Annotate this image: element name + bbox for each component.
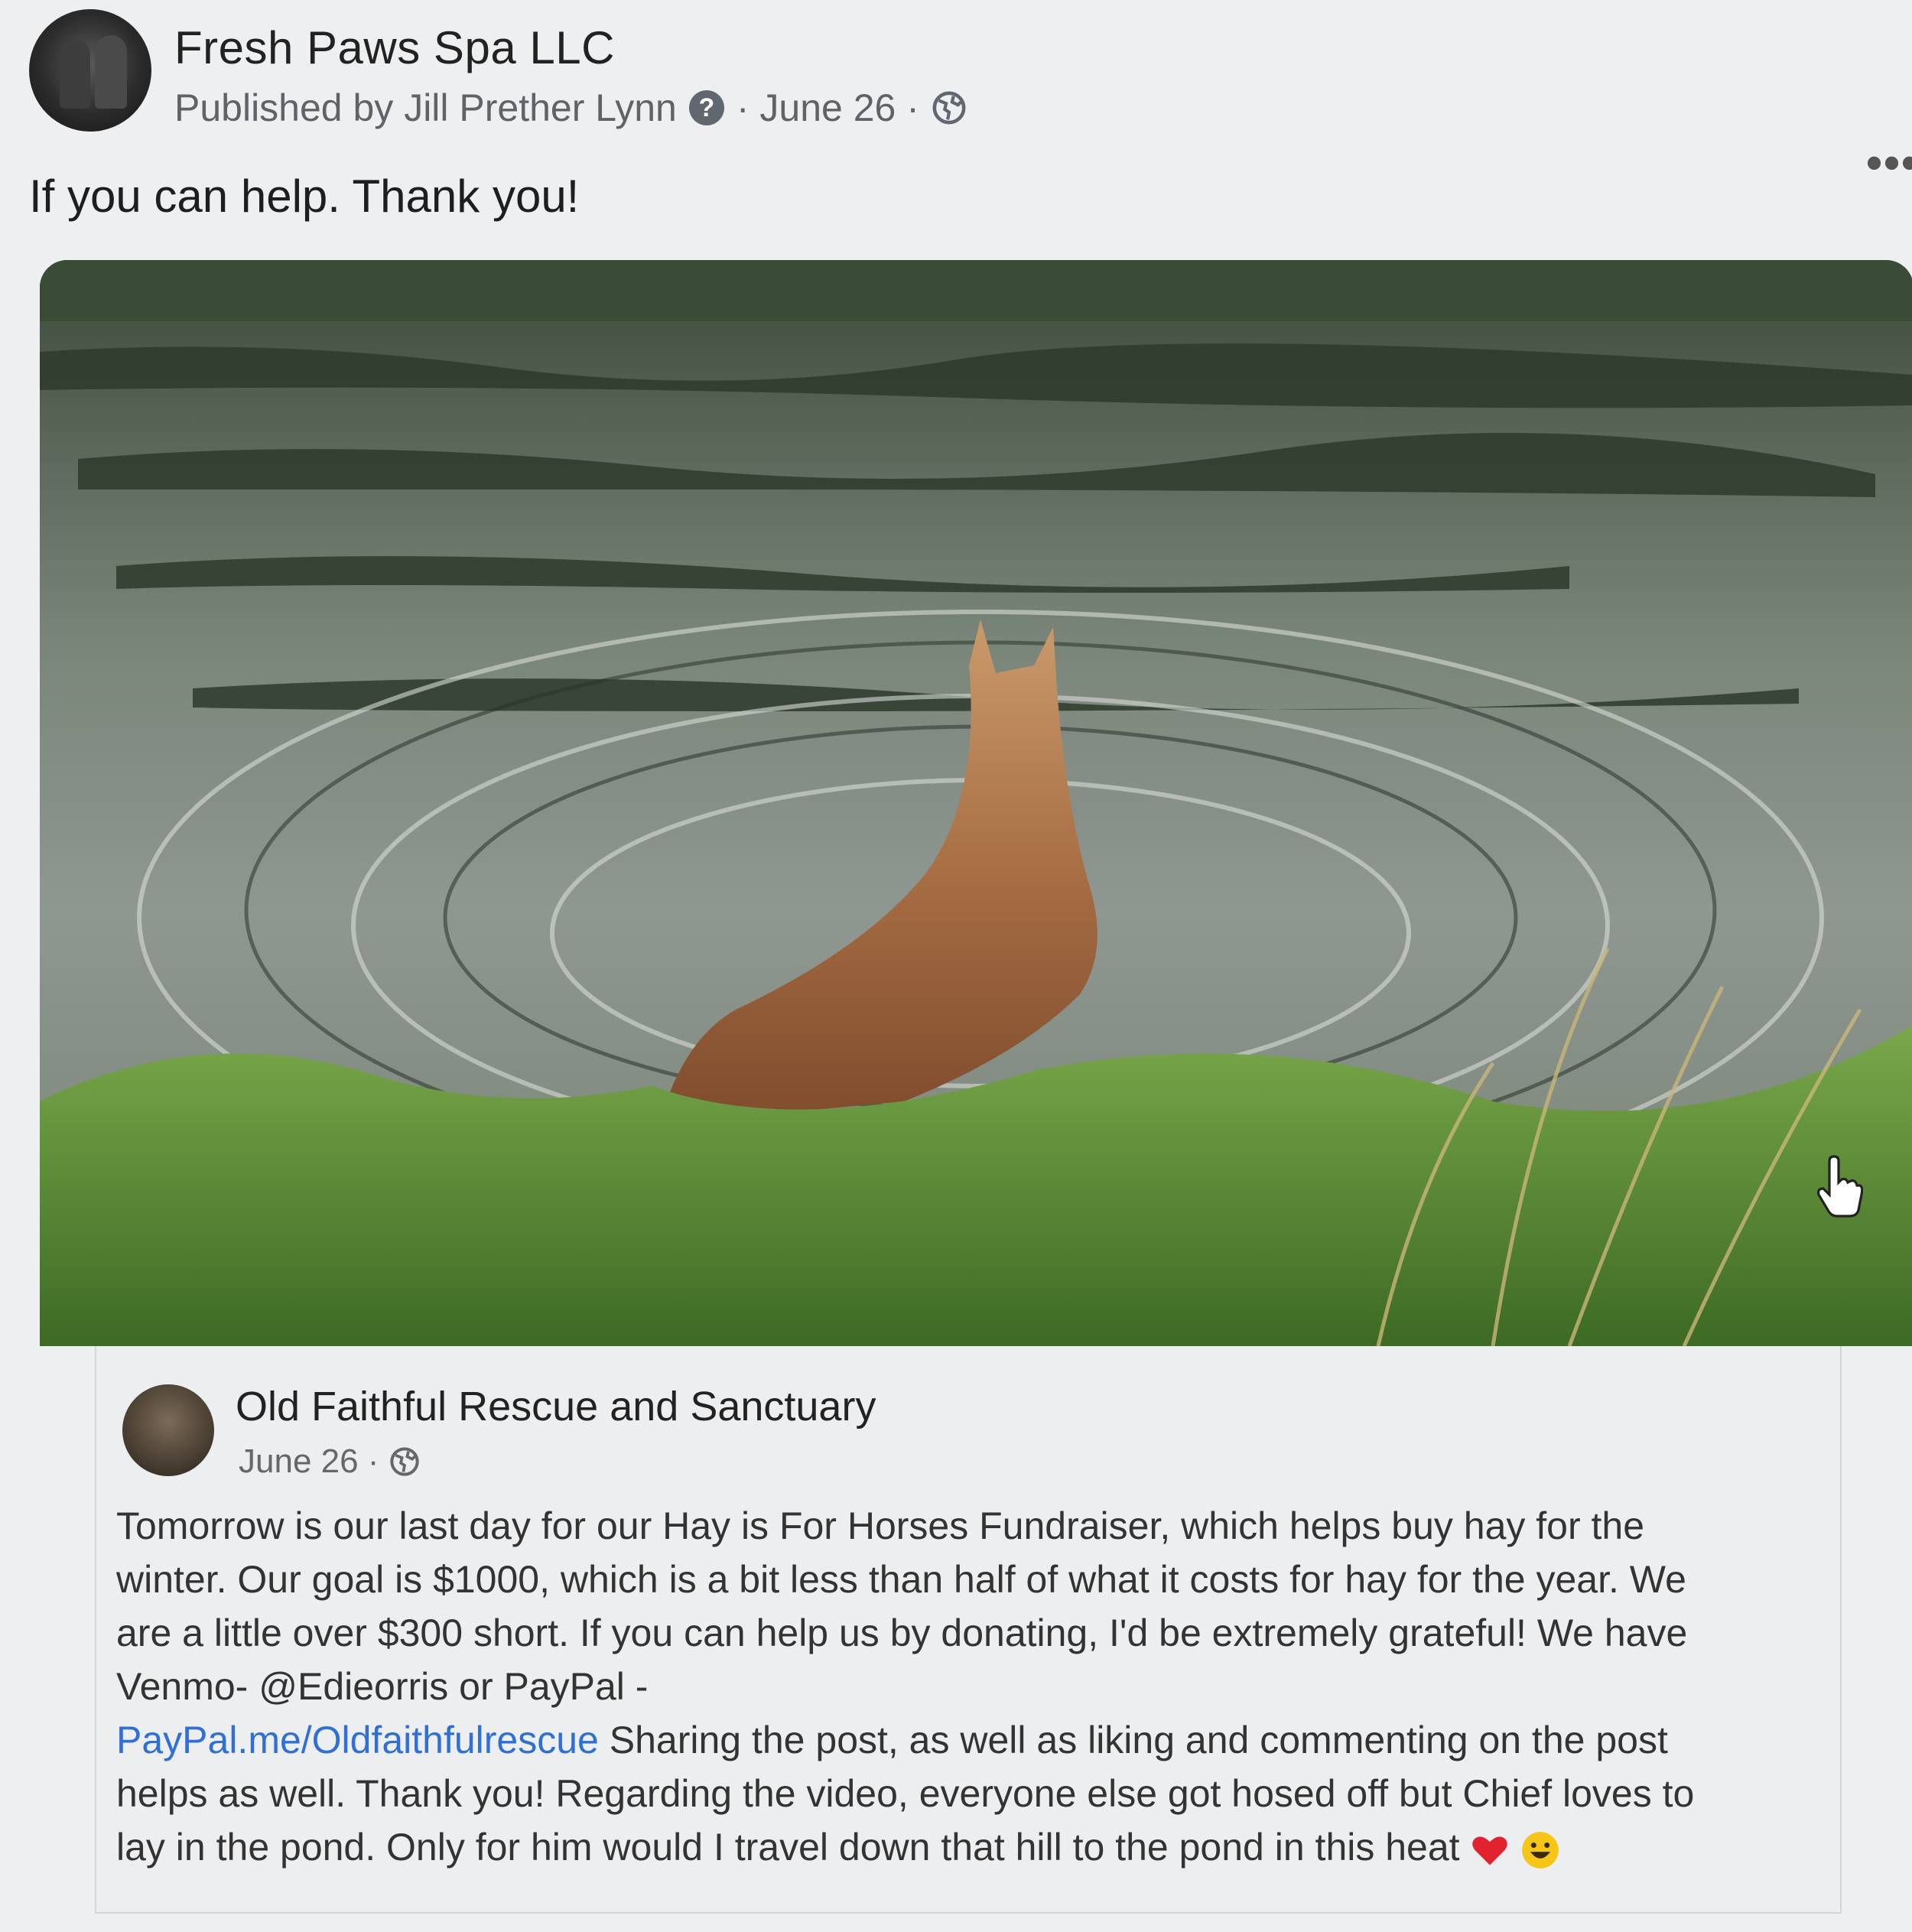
heart-emoji-icon (1472, 1836, 1508, 1865)
globe-icon (932, 91, 966, 125)
horse-in-pond-video-frame (40, 260, 1912, 1346)
text-line: PayPal.me/Oldfaithfulrescue Sharing the … (116, 1713, 1822, 1767)
smile-emoji-icon (1522, 1831, 1559, 1869)
question-icon[interactable]: ? (688, 90, 724, 125)
paypal-link[interactable]: PayPal.me/Oldfaithfulrescue (116, 1719, 599, 1761)
facebook-post: Fresh Paws Spa LLC Published by Jill Pre… (0, 0, 1912, 1932)
video-player[interactable] (40, 260, 1912, 1346)
cursor-hand-icon (1817, 1155, 1863, 1218)
page-name-link[interactable]: Fresh Paws Spa LLC (174, 21, 615, 74)
shared-post-text: Tomorrow is our last day for our Hay is … (116, 1499, 1822, 1874)
text-line: winter. Our goal is $1000, which is a bi… (116, 1558, 1686, 1601)
text-line: helps as well. Thank you! Regarding the … (116, 1772, 1695, 1815)
shared-post-meta: June 26 · (239, 1442, 420, 1481)
text-line: are a little over $300 short. If you can… (116, 1612, 1688, 1654)
text-line: Tomorrow is our last day for our Hay is … (116, 1504, 1645, 1547)
text-line: Venmo- @Edieorris or PayPal - (116, 1665, 649, 1708)
globe-icon (390, 1447, 420, 1476)
shared-page-name-link[interactable]: Old Faithful Rescue and Sanctuary (236, 1383, 876, 1430)
shared-page-avatar[interactable] (122, 1384, 214, 1476)
text-fragment: Sharing the post, as well as liking and … (598, 1719, 1668, 1761)
text-line: lay in the pond. Only for him would I tr… (116, 1820, 1822, 1874)
avatar-figure (60, 40, 90, 109)
post-meta: Published by Jill Prether Lynn ? · June … (174, 86, 967, 130)
published-by[interactable]: Published by Jill Prether Lynn (174, 86, 677, 130)
shared-post-date[interactable]: June 26 · (239, 1442, 379, 1481)
page-avatar[interactable] (29, 9, 151, 132)
avatar-figure (95, 35, 127, 109)
text-fragment: lay in the pond. Only for him would I tr… (116, 1826, 1460, 1869)
more-options-icon[interactable]: ••• (1866, 136, 1912, 189)
post-caption: If you can help. Thank you! (29, 171, 580, 222)
post-date[interactable]: · June 26 · (737, 86, 919, 130)
